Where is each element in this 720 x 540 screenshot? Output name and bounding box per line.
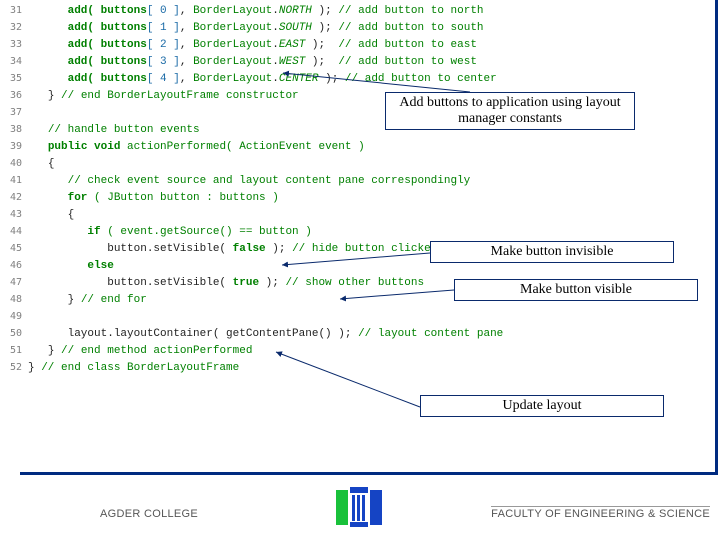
code-text: { <box>28 207 74 224</box>
code-text: add( buttons[ 0 ], BorderLayout.NORTH );… <box>28 3 484 20</box>
code-text: add( buttons[ 3 ], BorderLayout.WEST ); … <box>28 54 477 71</box>
line-number: 46 <box>0 257 28 274</box>
code-listing: 31 add( buttons[ 0 ], BorderLayout.NORTH… <box>0 2 714 376</box>
line-number: 52 <box>0 359 28 376</box>
footer: AGDER COLLEGE FACULTY OF ENGINEERING & S… <box>0 478 720 540</box>
code-text: add( buttons[ 4 ], BorderLayout.CENTER )… <box>28 71 497 88</box>
callout-make-invisible: Make button invisible <box>430 241 674 263</box>
line-number: 41 <box>0 172 28 189</box>
line-number: 32 <box>0 19 28 36</box>
code-text: else <box>28 258 114 275</box>
code-line: 52} // end class BorderLayoutFrame <box>0 359 714 376</box>
code-text: if ( event.getSource() == button ) <box>28 224 312 241</box>
code-text: layout.layoutContainer( getContentPane()… <box>28 326 503 343</box>
line-number: 36 <box>0 87 28 104</box>
line-number: 45 <box>0 240 28 257</box>
callout-update-layout: Update layout <box>420 395 664 417</box>
line-number: 31 <box>0 2 28 19</box>
code-line: 42 for ( JButton button : buttons ) <box>0 189 714 206</box>
line-number: 51 <box>0 342 28 359</box>
code-line: 44 if ( event.getSource() == button ) <box>0 223 714 240</box>
line-number: 40 <box>0 155 28 172</box>
college-logo-icon <box>334 485 384 530</box>
line-number: 50 <box>0 325 28 342</box>
code-line: 34 add( buttons[ 3 ], BorderLayout.WEST … <box>0 53 714 70</box>
line-number: 38 <box>0 121 28 138</box>
code-text: for ( JButton button : buttons ) <box>28 190 279 207</box>
line-number: 37 <box>0 104 28 121</box>
code-text: } // end class BorderLayoutFrame <box>28 360 239 377</box>
code-line: 31 add( buttons[ 0 ], BorderLayout.NORTH… <box>0 2 714 19</box>
line-number: 43 <box>0 206 28 223</box>
line-number: 48 <box>0 291 28 308</box>
line-number: 33 <box>0 36 28 53</box>
line-number: 39 <box>0 138 28 155</box>
footer-left-text: AGDER COLLEGE <box>100 508 198 520</box>
callout-make-visible: Make button visible <box>454 279 698 301</box>
code-text: button.setVisible( true ); // show other… <box>28 275 424 292</box>
code-line: 49 <box>0 308 714 325</box>
line-number: 49 <box>0 308 28 325</box>
code-text: } // end for <box>28 292 147 309</box>
code-text: add( buttons[ 1 ], BorderLayout.SOUTH );… <box>28 20 484 37</box>
code-line: 43 { <box>0 206 714 223</box>
line-number: 44 <box>0 223 28 240</box>
footer-right-text: FACULTY OF ENGINEERING & SCIENCE <box>491 506 710 520</box>
code-text: { <box>28 156 54 173</box>
code-line: 35 add( buttons[ 4 ], BorderLayout.CENTE… <box>0 70 714 87</box>
callout-add-buttons: Add buttons to application using layout … <box>385 92 635 130</box>
code-text: } // end method actionPerformed <box>28 343 252 360</box>
code-text: button.setVisible( false ); // hide butt… <box>28 241 437 258</box>
code-line: 50 layout.layoutContainer( getContentPan… <box>0 325 714 342</box>
code-text: // check event source and layout content… <box>28 173 470 190</box>
code-text: public void actionPerformed( ActionEvent… <box>28 139 365 156</box>
code-text: add( buttons[ 2 ], BorderLayout.EAST ); … <box>28 37 477 54</box>
line-number: 47 <box>0 274 28 291</box>
line-number: 42 <box>0 189 28 206</box>
code-line: 32 add( buttons[ 1 ], BorderLayout.SOUTH… <box>0 19 714 36</box>
code-line: 51 } // end method actionPerformed <box>0 342 714 359</box>
code-line: 39 public void actionPerformed( ActionEv… <box>0 138 714 155</box>
line-number: 35 <box>0 70 28 87</box>
code-line: 41 // check event source and layout cont… <box>0 172 714 189</box>
code-line: 33 add( buttons[ 2 ], BorderLayout.EAST … <box>0 36 714 53</box>
code-line: 40 { <box>0 155 714 172</box>
line-number: 34 <box>0 53 28 70</box>
code-text: // handle button events <box>28 122 200 139</box>
code-text: } // end BorderLayoutFrame constructor <box>28 88 299 105</box>
